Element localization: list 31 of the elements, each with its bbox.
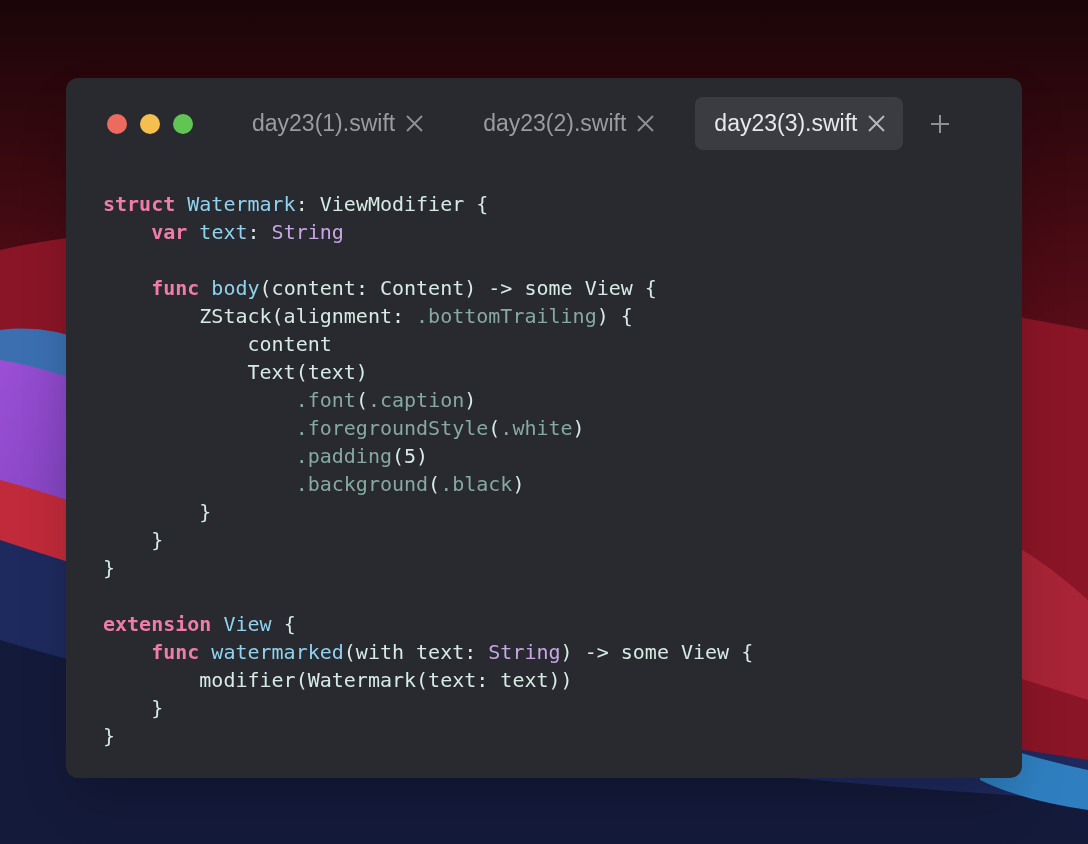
file-tab[interactable]: day23(1).swift (233, 97, 441, 150)
file-tab[interactable]: day23(3).swift (695, 97, 903, 150)
code-line: } (150, 696, 164, 720)
code-line: modifier(Watermark(text: text)) (198, 668, 573, 692)
window-control[interactable] (173, 113, 193, 134)
code-line: content (246, 332, 332, 356)
code-line: var text: String (150, 220, 344, 244)
code-line: func body(content: Content) -> some View { (150, 276, 657, 300)
close-tab-button[interactable] (404, 113, 425, 134)
code-line: .background(.black) (294, 472, 525, 496)
close-icon (405, 115, 423, 132)
close-icon (868, 115, 885, 132)
close-tab-button[interactable] (866, 113, 887, 134)
close-tab-button[interactable] (635, 113, 656, 134)
code-line: } (103, 724, 116, 748)
window-control[interactable] (107, 113, 127, 134)
code-line: .foregroundStyle(.white) (294, 416, 585, 440)
code-line: extension View { (103, 612, 296, 636)
code-line: struct Watermark: ViewModifier { (103, 192, 489, 216)
code-line: ZStack(alignment: .bottomTrailing) { (198, 304, 633, 328)
code-line: Text(text) (246, 360, 368, 384)
code-line: .padding(5) (294, 444, 429, 468)
window-control[interactable] (140, 113, 160, 134)
code-line: } (198, 500, 212, 524)
code-line: } (103, 556, 116, 580)
code-line: } (150, 528, 164, 552)
close-icon (636, 115, 654, 132)
code-line: func watermarked(with text: String) -> some View { (150, 640, 754, 664)
file-tab[interactable]: day23(2).swift (464, 97, 672, 150)
code-line: .font(.caption) (294, 388, 477, 412)
plus-icon (929, 113, 950, 134)
